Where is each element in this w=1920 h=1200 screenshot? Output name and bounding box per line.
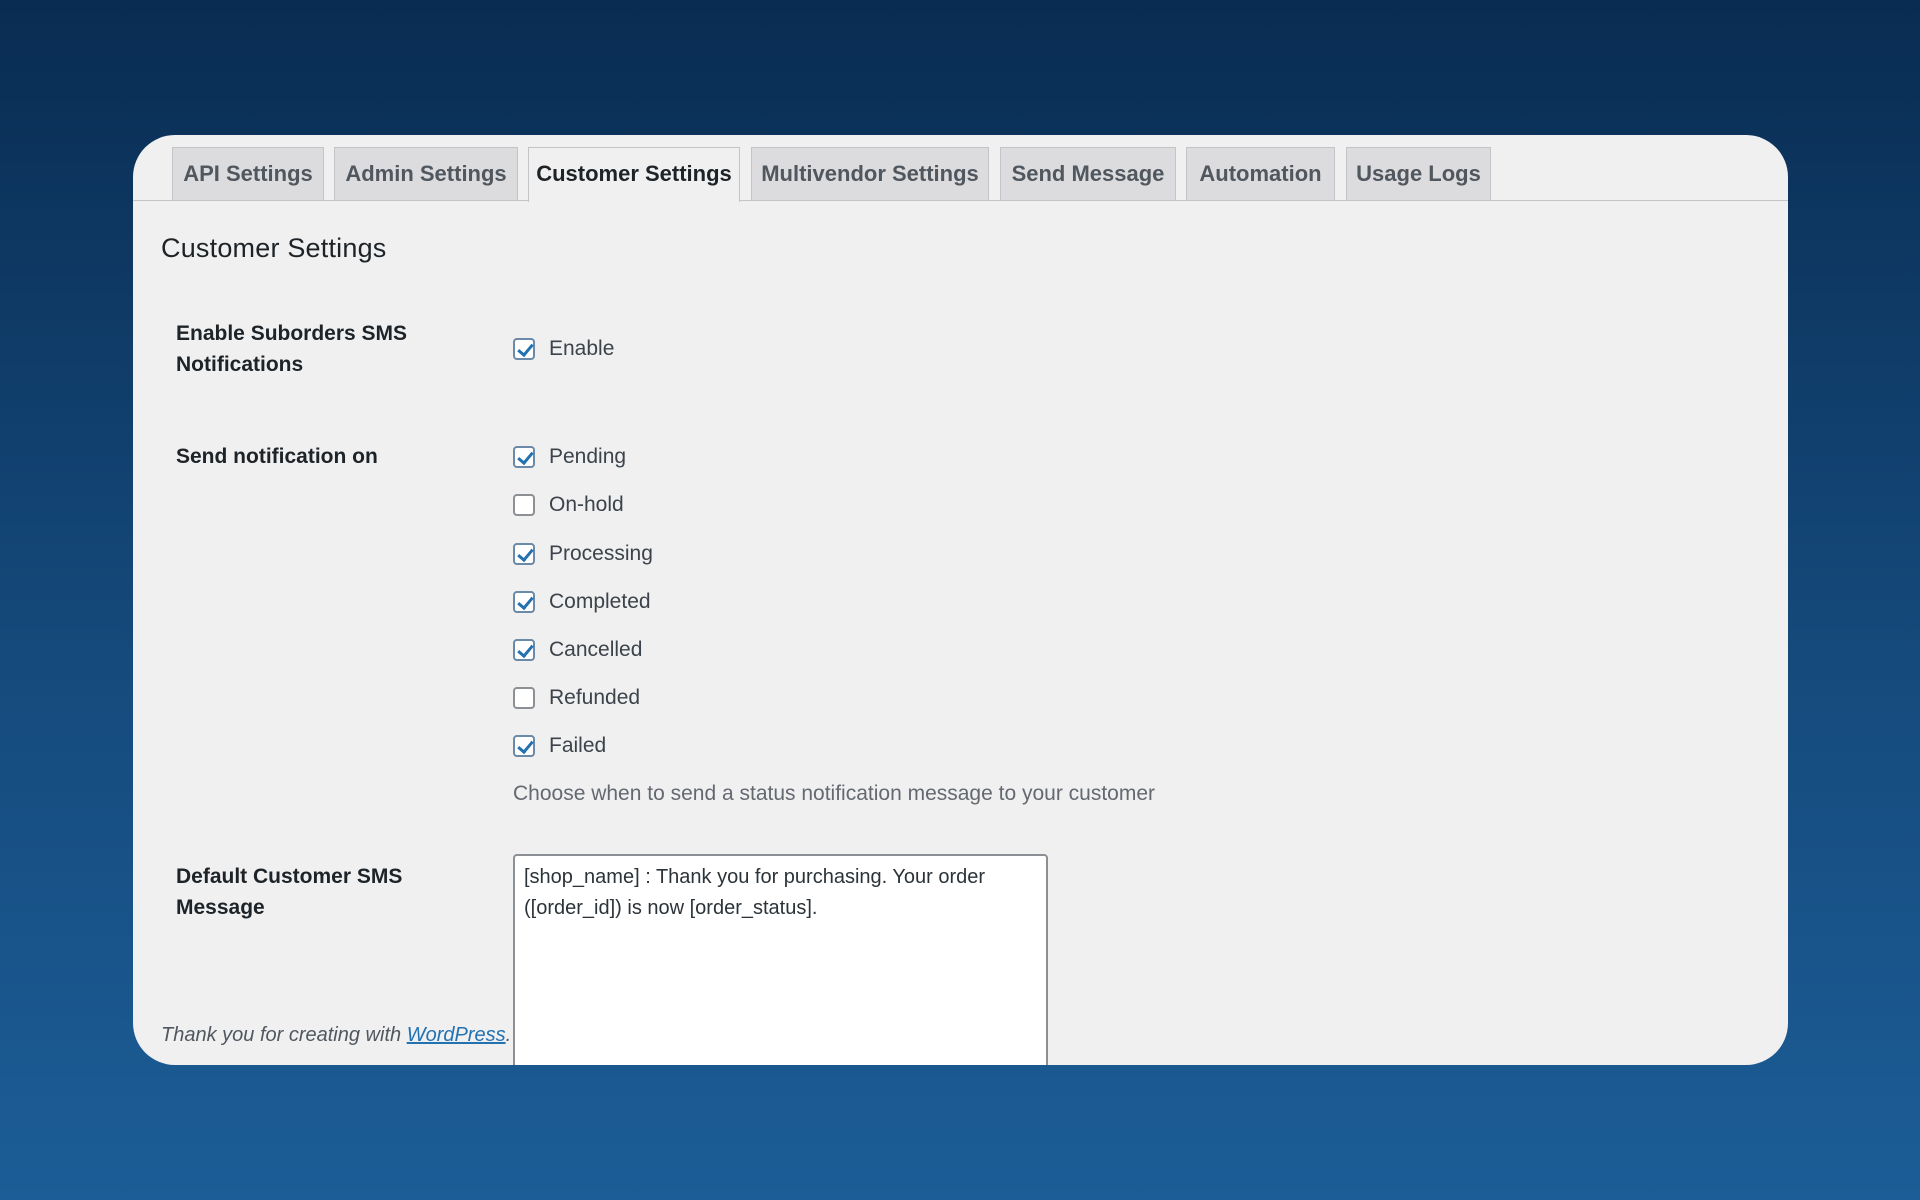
on-hold-label[interactable]: On-hold xyxy=(549,493,624,517)
page-title: Customer Settings xyxy=(161,233,387,263)
enable-suborders-label[interactable]: Enable xyxy=(549,337,614,361)
status-option-completed: Completed xyxy=(513,587,651,617)
status-option-cancelled: Cancelled xyxy=(513,635,642,665)
settings-panel: API Settings Admin Settings Customer Set… xyxy=(133,135,1788,1065)
status-option-pending: Pending xyxy=(513,442,626,472)
completed-label[interactable]: Completed xyxy=(549,590,651,614)
default-message-textarea[interactable]: [shop_name] : Thank you for purchasing. … xyxy=(513,854,1048,1065)
wordpress-link[interactable]: WordPress xyxy=(407,1024,506,1046)
completed-checkbox[interactable] xyxy=(513,591,535,613)
footer-suffix: . xyxy=(505,1024,512,1046)
enable-suborders-checkbox[interactable] xyxy=(513,338,535,360)
tabs-divider xyxy=(133,200,1788,201)
tab-customer-settings[interactable]: Customer Settings xyxy=(528,147,740,202)
send-notification-label: Send notification on xyxy=(176,445,378,468)
admin-footer: Thank you for creating with WordPress. xyxy=(161,1024,511,1047)
suborders-label: Enable Suborders SMS Notifications xyxy=(176,322,408,376)
refunded-checkbox[interactable] xyxy=(513,687,535,709)
default-message-label: Default Customer SMS Message xyxy=(176,865,403,919)
settings-tabs: API Settings Admin Settings Customer Set… xyxy=(133,135,1788,202)
cancelled-checkbox[interactable] xyxy=(513,639,535,661)
tab-send-message[interactable]: Send Message xyxy=(1000,147,1176,200)
cancelled-label[interactable]: Cancelled xyxy=(549,638,642,662)
refunded-label[interactable]: Refunded xyxy=(549,686,640,710)
failed-checkbox[interactable] xyxy=(513,735,535,757)
on-hold-checkbox[interactable] xyxy=(513,494,535,516)
status-option-processing: Processing xyxy=(513,539,653,569)
tab-usage-logs[interactable]: Usage Logs xyxy=(1346,147,1491,200)
processing-checkbox[interactable] xyxy=(513,543,535,565)
tab-api-settings[interactable]: API Settings xyxy=(172,147,324,200)
status-option-failed: Failed xyxy=(513,731,606,761)
pending-checkbox[interactable] xyxy=(513,446,535,468)
footer-text: Thank you for creating with xyxy=(161,1024,407,1046)
tab-automation[interactable]: Automation xyxy=(1186,147,1335,200)
status-option-refunded: Refunded xyxy=(513,683,640,713)
pending-label[interactable]: Pending xyxy=(549,445,626,469)
tab-multivendor-settings[interactable]: Multivendor Settings xyxy=(751,147,989,200)
failed-label[interactable]: Failed xyxy=(549,734,606,758)
processing-label[interactable]: Processing xyxy=(549,542,653,566)
suborders-option: Enable xyxy=(513,334,614,364)
notification-description: Choose when to send a status notificatio… xyxy=(513,782,1156,805)
status-option-on-hold: On-hold xyxy=(513,490,624,520)
tab-admin-settings[interactable]: Admin Settings xyxy=(334,147,518,200)
